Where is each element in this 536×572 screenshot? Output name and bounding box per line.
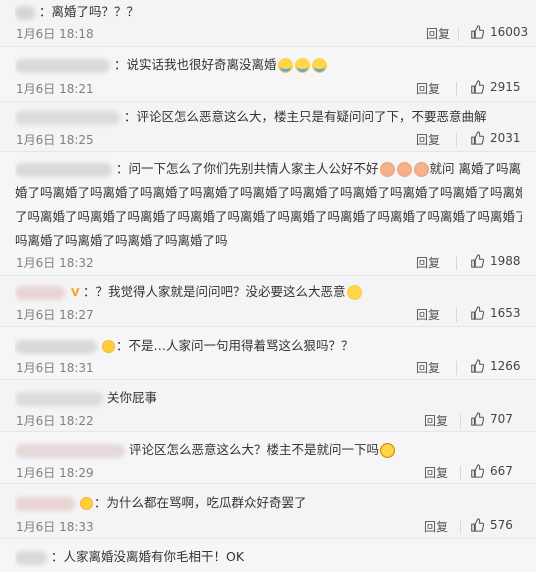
comment-item: ：离婚了吗？？？ 1月6日 18:18 回复 16003 [0, 0, 536, 47]
comment-item: ：说实话我也很好奇离没离婚 1月6日 18:21 回复 2915 [0, 47, 536, 102]
reply-button[interactable]: 回复 [416, 359, 440, 376]
like-count: 1988 [490, 254, 521, 268]
divider [460, 414, 461, 428]
thumbs-up-icon [471, 25, 484, 39]
smug-emoji [346, 285, 362, 300]
comment-time: 1月6日 18:31 [16, 361, 94, 375]
blurred-username[interactable] [15, 496, 75, 511]
blurred-username[interactable] [15, 5, 35, 20]
thumbs-up-icon [471, 464, 484, 478]
comment-text: 了吗离婚了吗离婚了吗离婚了吗离婚了吗离婚了吗离婚了吗离婚了吗离婚了吗离婚了吗离婚… [15, 209, 522, 224]
divider [456, 82, 457, 96]
like-button[interactable]: 2915 [470, 80, 521, 94]
like-count: 707 [490, 412, 513, 426]
angry-emoji [102, 340, 115, 353]
thumbs-up-icon [471, 254, 484, 268]
blurred-username[interactable] [15, 58, 110, 73]
comment-text: 关你屁事 [15, 386, 522, 410]
cry-laugh-emoji [311, 58, 327, 73]
divider [458, 27, 459, 41]
comment-item: 关你屁事 1月6日 18:22 回复 707 [0, 380, 536, 432]
blurred-username[interactable] [15, 391, 103, 406]
comment-text: ：人家离婚没离婚有你毛相干！OK [15, 545, 522, 569]
like-count: 576 [490, 518, 513, 532]
shock-emoji [380, 443, 396, 458]
reply-button[interactable]: 回复 [416, 80, 440, 97]
comment-text: V ：？我觉得人家就是问问吧？没必要这么大恶意 [15, 280, 522, 304]
reply-button[interactable]: 回复 [424, 464, 448, 481]
blurred-username[interactable] [15, 110, 120, 125]
comment-time: 1月6日 18:21 [16, 82, 94, 96]
reply-button[interactable]: 回复 [416, 131, 440, 148]
blurred-username[interactable] [15, 443, 125, 458]
comment-time: 1月6日 18:25 [16, 133, 94, 147]
cry-laugh-emoji [294, 58, 310, 73]
divider [456, 308, 457, 322]
divider [460, 520, 461, 534]
comment-item: ：不是…人家问一句用得着骂这么狠吗？？ 1月6日 18:31 回复 1266 [0, 327, 536, 380]
comment-text: ：离婚了吗？？？ [15, 0, 522, 24]
comment-time: 1月6日 18:29 [16, 466, 94, 480]
like-count: 2031 [490, 131, 521, 145]
like-count: 2915 [490, 80, 521, 94]
blurred-username[interactable] [15, 162, 112, 177]
angry-emoji [80, 497, 93, 510]
comment-feed: ：离婚了吗？？？ 1月6日 18:18 回复 16003 ：说实话我也很好奇离没… [0, 0, 536, 572]
like-button[interactable]: 576 [470, 518, 513, 532]
comment-item: ：问一下怎么了你们先别共情人家主人公好不好 就问 离婚了吗离 婚了吗离婚了吗离婚了… [0, 152, 536, 276]
comment-item: V ：？我觉得人家就是问问吧？没必要这么大恶意 1月6日 18:27 回复 165… [0, 276, 536, 327]
blurred-username[interactable] [15, 550, 47, 565]
comment-time: 1月6日 18:27 [16, 308, 94, 322]
thumbs-up-icon [471, 412, 484, 426]
face-emoji [396, 162, 412, 177]
like-button[interactable]: 1653 [470, 306, 521, 320]
comment-text: ：为什么都在骂啊，吃瓜群众好奇罢了 [15, 491, 522, 515]
like-button[interactable]: 667 [470, 464, 513, 478]
thumbs-up-icon [471, 518, 484, 532]
thumbs-up-icon [471, 131, 484, 145]
like-button[interactable]: 1988 [470, 254, 521, 268]
v-badge-icon: V [71, 285, 80, 299]
comment-text: ：说实话我也很好奇离没离婚 [15, 53, 522, 77]
like-count: 667 [490, 464, 513, 478]
comment-time: 1月6日 18:22 [16, 414, 94, 428]
comment-text: 吗离婚了吗离婚了吗离婚了吗离婚了吗 [15, 233, 228, 248]
face-emoji [379, 162, 395, 177]
comment-item: ：人家离婚没离婚有你毛相干！OK [0, 539, 536, 572]
comment-text: ：不是…人家问一句用得着骂这么狠吗？？ [15, 334, 522, 358]
comment-text: 评论区怎么恶意这么大？楼主不是就问一下吗 [15, 438, 522, 462]
like-count: 1653 [490, 306, 521, 320]
like-button[interactable]: 16003 [470, 25, 528, 39]
like-button[interactable]: 707 [470, 412, 513, 426]
comment-item: 评论区怎么恶意这么大？楼主不是就问一下吗 1月6日 18:29 回复 667 [0, 432, 536, 484]
comment-text: ：评论区怎么恶意这么大，楼主只是有疑问问了下，不要恶意曲解 [15, 105, 522, 129]
reply-button[interactable]: 回复 [424, 412, 448, 429]
blurred-username[interactable] [15, 339, 97, 354]
thumbs-up-icon [471, 80, 484, 94]
like-count: 1266 [490, 359, 521, 373]
divider [456, 361, 457, 375]
reply-button[interactable]: 回复 [416, 306, 440, 323]
like-button[interactable]: 1266 [470, 359, 521, 373]
comment-text: ：问一下怎么了你们先别共情人家主人公好不好 就问 离婚了吗离 [15, 157, 522, 181]
comment-text: 婚了吗离婚了吗离婚了吗离婚了吗离婚了吗离婚了吗离婚了吗离婚了吗离婚了吗离婚了吗离… [15, 185, 522, 200]
thumbs-up-icon [471, 359, 484, 373]
divider [456, 256, 457, 270]
thumbs-up-icon [471, 306, 484, 320]
comment-item: ：评论区怎么恶意这么大，楼主只是有疑问问了下，不要恶意曲解 1月6日 18:25… [0, 102, 536, 152]
like-count: 16003 [490, 25, 529, 39]
divider [460, 466, 461, 480]
cry-laugh-emoji [277, 58, 293, 73]
divider [456, 133, 457, 147]
blurred-username[interactable] [15, 285, 65, 300]
reply-button[interactable]: 回复 [424, 518, 448, 535]
comment-time: 1月6日 18:32 [16, 256, 94, 270]
reply-button[interactable]: 回复 [426, 25, 450, 42]
comment-time: 1月6日 18:18 [16, 27, 94, 41]
comment-time: 1月6日 18:33 [16, 520, 94, 534]
reply-button[interactable]: 回复 [416, 254, 440, 271]
comment-item: ：为什么都在骂啊，吃瓜群众好奇罢了 1月6日 18:33 回复 576 [0, 484, 536, 539]
face-emoji [413, 162, 429, 177]
like-button[interactable]: 2031 [470, 131, 521, 145]
